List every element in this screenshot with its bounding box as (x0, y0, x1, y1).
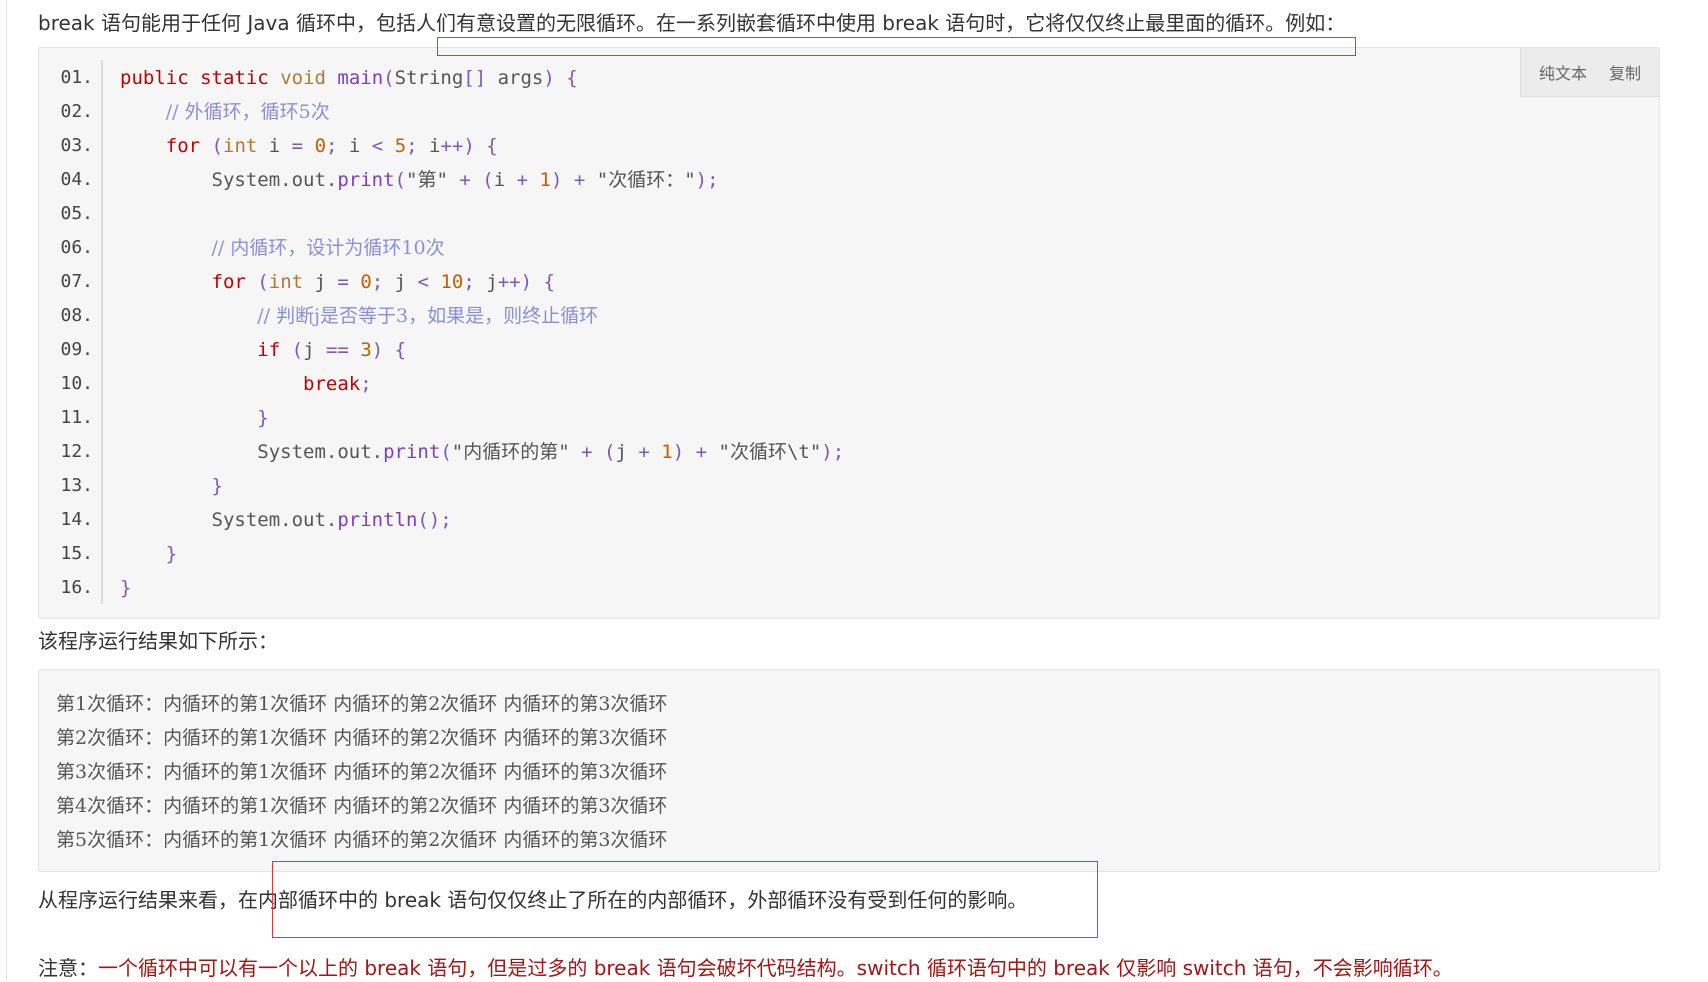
code-line: 12. System.out.print("内循环的第" + (j + 1) +… (39, 435, 1519, 469)
copy-button[interactable]: 复制 (1609, 60, 1641, 84)
code-line: 07. for (int j = 0; j < 10; j++) { (39, 265, 1519, 299)
output-line: 第5次循环：内循环的第1次循环 内循环的第2次循环 内循环的第3次循环 (56, 829, 668, 851)
code-line: 14. System.out.println(); (39, 503, 1519, 537)
code-line: 05. (39, 197, 1519, 231)
line-number: 11. (60, 407, 93, 428)
code-text: System.out.print("内循环的第" + (j + 1) + "次循… (120, 441, 845, 463)
conclusion-paragraph: 从程序运行结果来看，在内部循环中的 break 语句仅仅终止了所在的内部循环，外… (38, 888, 1028, 912)
line-number: 07. (60, 271, 93, 292)
line-number: 02. (60, 101, 93, 122)
output-line: 第3次循环：内循环的第1次循环 内循环的第2次循环 内循环的第3次循环 (56, 761, 668, 783)
code-text: for (int j = 0; j < 10; j++) { (211, 271, 555, 293)
line-number: 10. (60, 373, 93, 394)
line-number: 13. (60, 475, 93, 496)
intro-paragraph: break 语句能用于任何 Java 循环中，包括人们有意设置的无限循环。在一系… (38, 11, 1346, 35)
code-text: // 判断j是否等于3，如果是，则终止循环 (257, 305, 599, 327)
code-text: } (211, 475, 223, 497)
plain-text-button[interactable]: 纯文本 (1539, 60, 1587, 84)
code-line: 15. } (39, 537, 1519, 571)
line-number: 15. (60, 543, 93, 564)
code-line: 03. for (int i = 0; i < 5; i++) { (39, 129, 1519, 163)
output-line: 第4次循环：内循环的第1次循环 内循环的第2次循环 内循环的第3次循环 (56, 795, 668, 817)
line-number: 09. (60, 339, 93, 360)
code-text: System.out.println(); (120, 509, 452, 531)
code-line: 06. // 内循环，设计为循环10次 (39, 231, 1519, 265)
output-block: 第1次循环：内循环的第1次循环 内循环的第2次循环 内循环的第3次循环 第2次循环… (38, 669, 1660, 872)
note-text: 一个循环中可以有一个以上的 break 语句，但是过多的 break 语句会破坏… (98, 956, 1453, 980)
line-number: 03. (60, 135, 93, 156)
line-number: 16. (60, 577, 93, 598)
line-number: 12. (60, 441, 93, 462)
output-line: 第1次循环：内循环的第1次循环 内循环的第2次循环 内循环的第3次循环 (56, 693, 668, 715)
code-line: 04. System.out.print("第" + (i + 1) + "次循… (39, 163, 1519, 197)
code-text: // 内循环，设计为循环10次 (211, 237, 445, 259)
code-text: for (int i = 0; i < 5; i++) { (165, 135, 498, 157)
line-number: 05. (60, 203, 93, 224)
code-line: 08. // 判断j是否等于3，如果是，则终止循环 (39, 299, 1519, 333)
code-text: } (165, 543, 178, 565)
line-number: 14. (60, 509, 93, 530)
line-number: 01. (60, 67, 93, 88)
output-line: 第2次循环：内循环的第1次循环 内循环的第2次循环 内循环的第3次循环 (56, 727, 668, 749)
code-line: 11. } (39, 401, 1519, 435)
line-number: 04. (60, 169, 93, 190)
code-text: } (257, 407, 269, 429)
code-text: if (j == 3) { (257, 339, 407, 361)
code-line: 09. if (j == 3) { (39, 333, 1519, 367)
code-line: 02. // 外循环，循环5次 (39, 95, 1519, 129)
line-number: 08. (60, 305, 93, 326)
code-text: // 外循环，循环5次 (165, 101, 330, 123)
code-text: } (120, 577, 132, 599)
page-left-border (6, 0, 7, 981)
code-text: System.out.print("第" + (i + 1) + "次循环：")… (120, 169, 719, 191)
code-block: 纯文本 复制 01. public static void main(String… (38, 47, 1660, 619)
code-line: 13. } (39, 469, 1519, 503)
code-line: 16.} (39, 571, 1519, 605)
note-label: 注意： (38, 956, 98, 980)
code-toolbar: 纯文本 复制 (1520, 48, 1659, 97)
line-number: 06. (60, 237, 93, 258)
result-label: 该程序运行结果如下所示： (38, 629, 278, 653)
code-line: 01. public static void main(String[] args… (39, 61, 1519, 95)
note-paragraph: 注意：一个循环中可以有一个以上的 break 语句，但是过多的 break 语句… (38, 954, 1453, 982)
code-line: 10. break; (39, 367, 1519, 401)
code-text: break; (303, 373, 372, 395)
code-text: public static void main(String[] args) { (120, 67, 578, 89)
